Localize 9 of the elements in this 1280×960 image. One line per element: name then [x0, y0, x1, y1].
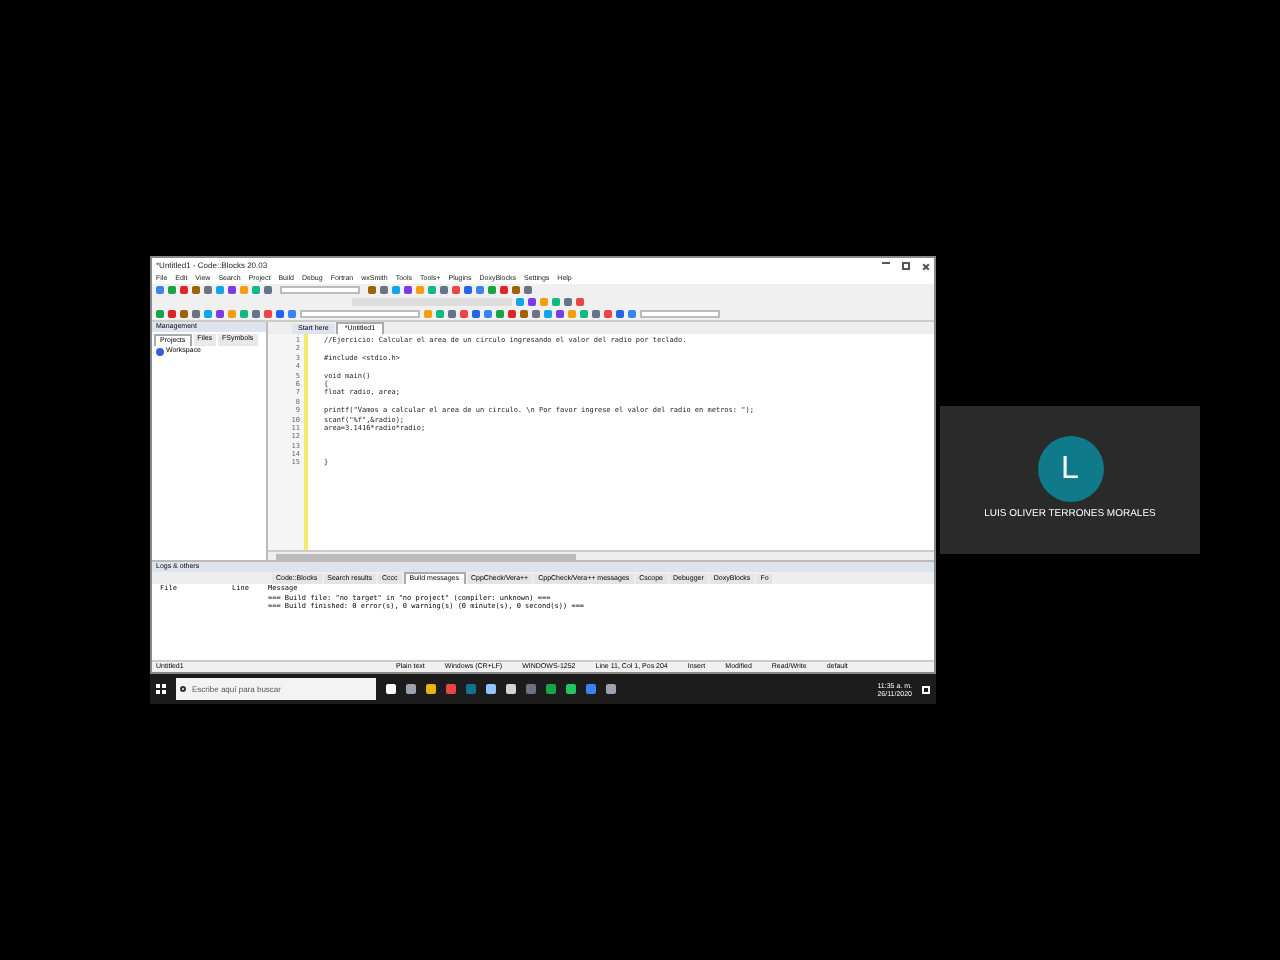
scope-field[interactable] [300, 310, 420, 318]
close-icon[interactable] [922, 262, 930, 270]
workspace-icon [156, 348, 164, 356]
maximize-icon[interactable] [902, 262, 910, 270]
search-icon [180, 686, 186, 692]
build-target-field[interactable] [280, 286, 360, 294]
windows-logo-icon[interactable] [156, 684, 166, 694]
symbol-field[interactable] [640, 310, 720, 318]
notification-icon[interactable] [922, 685, 930, 693]
